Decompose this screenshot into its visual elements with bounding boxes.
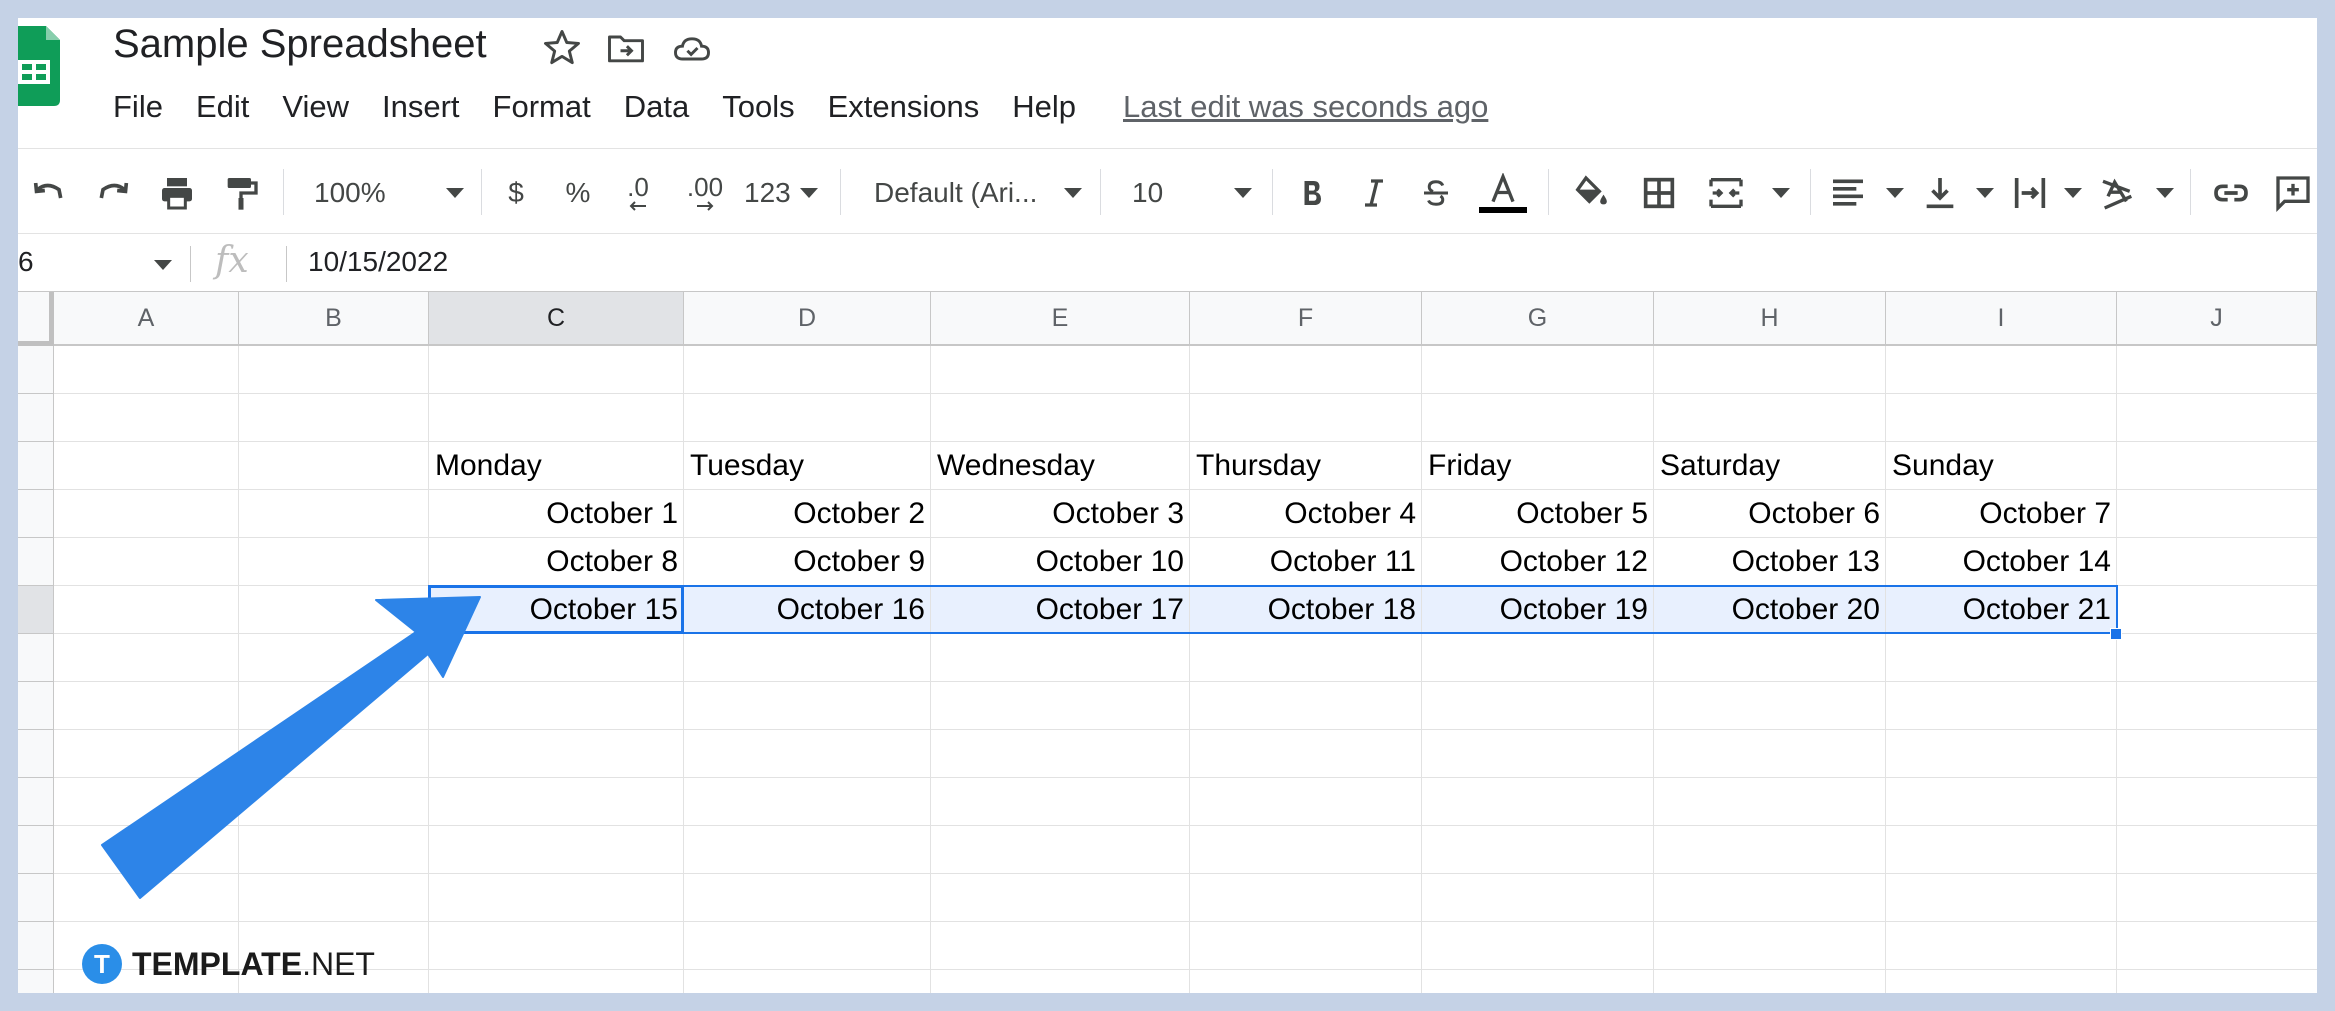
brand-bold-text: TEMPLATE <box>132 945 303 982</box>
spreadsheet-window: Sample Spreadsheet File Edit View Insert… <box>18 18 2317 993</box>
template-net-watermark: T TEMPLATE.NET <box>82 944 375 984</box>
arrow-annotation <box>101 596 481 899</box>
template-logo-icon: T <box>82 944 122 984</box>
brand-rest-text: .NET <box>302 945 375 982</box>
